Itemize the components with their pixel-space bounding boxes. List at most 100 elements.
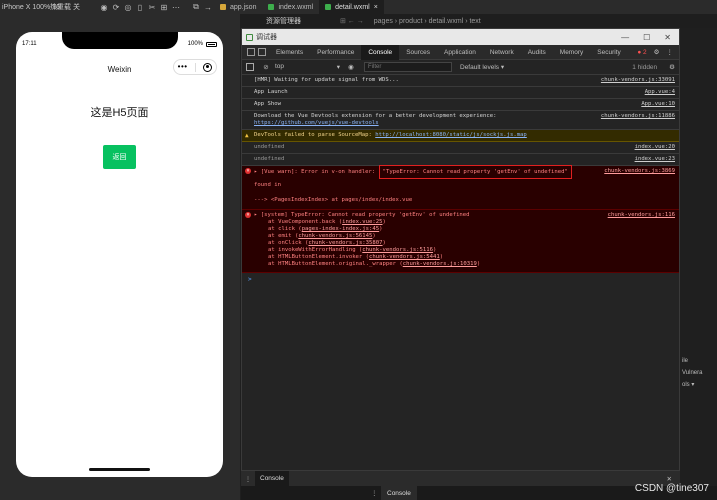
kebab-menu-icon[interactable]: ⋮ [241,475,255,483]
frame-link[interactable]: chunk-vendors.js:10319 [403,261,477,267]
wxml-file-icon [325,4,332,10]
tab-app-json[interactable]: app.json [214,0,262,14]
right-panel-fragment: ile Vulnera ols ▾ [682,358,703,388]
console-row: App Launch App.vue:4 [242,87,679,99]
close-icon[interactable]: ✕ [667,475,680,483]
frame-link[interactable]: chunk-vendors.js:56145 [298,233,372,239]
battery-icon [206,41,217,47]
split-icon[interactable]: ⧉ [190,2,202,12]
tab-security[interactable]: Security [590,45,627,60]
tab-sources[interactable]: Sources [399,45,437,60]
more-icon[interactable]: ⋯ [170,3,182,12]
close-icon[interactable]: × [374,4,378,11]
page-text: 这是H5页面 [90,107,149,119]
source-link[interactable]: chunk-vendors.js:33091 [601,77,675,84]
console-prompt[interactable]: > [242,273,679,286]
tab-audits[interactable]: Audits [521,45,553,60]
highlighted-error: "TypeError: Cannot read property 'getEnv… [378,165,572,179]
status-time: 17:11 [22,41,37,47]
kebab-menu-icon[interactable]: ⋮ [371,489,381,497]
source-link[interactable]: App.vue:10 [641,101,675,108]
breadcrumb[interactable]: pages › product › detail.wxml › text [364,18,481,25]
capsule-menu[interactable]: ••• [173,59,217,75]
source-link[interactable]: chunk-vendors.js:3869 [604,168,675,175]
levels-select[interactable]: Default levels ▾ [460,63,504,71]
console-row: App Show App.vue:10 [242,99,679,111]
stop-icon[interactable]: ◎ [122,3,134,12]
inspect-icon[interactable] [247,48,255,56]
stack-trace: at VueComponent.back (index.vue:25) at c… [254,219,675,268]
stack-frame: at emit (chunk-vendors.js:56145) [268,233,376,239]
cut-icon[interactable]: ✂ [146,3,158,12]
tab-network[interactable]: Network [483,45,521,60]
source-link[interactable]: App.vue:4 [645,89,675,96]
source-link[interactable]: chunk-vendors.js:11886 [601,113,675,120]
minimize-icon[interactable]: — [621,33,629,42]
sidebar-toggle-icon[interactable] [246,63,254,71]
app-window: iPhone X 100% 16 热重载 关 ◉ ⟳ ◎ ▯ ✂ ⊞ ⋯ ⧉ →… [0,0,717,500]
wxml-file-icon [268,4,275,10]
source-link[interactable]: index.vue:23 [635,156,675,163]
phone-simulator: 17:11 100% Weixin ••• 这是H5页面 返回 [16,32,223,477]
arrow-icon[interactable]: → [202,3,214,12]
kebab-menu-icon[interactable]: ⋮ [667,48,674,56]
explorer-title: 资源管理器 [266,18,301,25]
close-icon[interactable]: ✕ [664,33,671,42]
tab-console-lower[interactable]: Console [381,486,417,500]
error-count-badge[interactable]: ● 2 [637,49,646,56]
refresh-icon[interactable]: ⟳ [110,3,122,12]
layout-icon[interactable]: ⊞ [158,3,170,12]
status-battery: 100% [188,41,217,47]
frame-link[interactable]: chunk-vendors.js:35807 [308,240,382,246]
console-filter-bar: ⊘ top ▾ ◉ Filter Default levels ▾ 1 hidde… [242,60,679,75]
maximize-icon[interactable]: ☐ [643,33,650,42]
tab-console[interactable]: Console [361,44,400,60]
frame-link[interactable]: index.vue:25 [342,219,382,225]
frame-link[interactable]: chunk-vendors.js:5116 [362,247,433,253]
devtools-link[interactable]: https://github.com/vuejs/vue-devtools [254,120,379,126]
console-row: undefined index.vue:20 [242,142,679,154]
settings-gear-icon[interactable]: ⚙ [654,48,660,56]
devtools-logo-icon [246,33,253,41]
tab-console-drawer[interactable]: Console [255,471,289,486]
watermark: CSDN @tine307 [634,483,709,494]
editor-breadcrumb-bar: 资源管理器 ⊞ ← → pages › product › detail.wxm… [240,14,717,28]
console-warning-row: ▲ DevTools failed to parse SourceMap: ht… [242,130,679,142]
close-circle-icon[interactable] [203,62,213,72]
hot-reload-toggle[interactable]: 热重载 关 [50,2,98,12]
tab-index-wxml[interactable]: index.wxml [262,0,319,14]
error-icon: × [245,168,251,174]
device-toggle-icon[interactable] [258,48,266,56]
more-dots-icon[interactable]: ••• [178,63,188,71]
record-icon[interactable]: ◉ [98,3,110,12]
source-link[interactable]: index.vue:20 [635,144,675,151]
nav-arrows-icon[interactable]: ⊞ ← → [300,17,364,25]
json-file-icon [220,4,226,10]
home-indicator [89,468,150,471]
console-error-row: × ▸ [Vue warn]: Error in v-on handler: "… [242,165,679,210]
devtools-tabs: Elements Performance Console Sources App… [242,44,679,60]
tab-memory[interactable]: Memory [553,45,590,60]
tab-performance[interactable]: Performance [310,45,361,60]
eye-icon[interactable]: ◉ [346,63,356,71]
tab-elements[interactable]: Elements [269,45,310,60]
source-link[interactable]: chunk-vendors.js:116 [608,212,675,219]
phone-notch [62,32,178,49]
context-select[interactable]: top ▾ [271,63,346,71]
phone-icon[interactable]: ▯ [134,3,146,12]
devtools-title: 调试器 [256,34,277,41]
component-trace: ---> <PagesIndexIndex> at pages/index/in… [254,197,413,203]
sourcemap-link[interactable]: http://localhost:8080/static/js/sockjs.j… [375,132,527,138]
capsule-divider [194,62,196,72]
stack-frame: at invokeWithErrorHandling (chunk-vendor… [268,247,437,253]
device-selector[interactable]: iPhone X 100% 16 [0,4,60,11]
tab-detail-wxml[interactable]: detail.wxml × [319,0,384,14]
settings-gear-icon[interactable]: ⚙ [669,63,679,71]
back-button[interactable]: 返回 [103,145,136,169]
filter-input[interactable]: Filter [364,62,452,72]
tab-application[interactable]: Application [437,45,483,60]
frame-link[interactable]: chunk-vendors.js:5441 [369,254,440,260]
clear-console-icon[interactable]: ⊘ [261,63,271,71]
stack-frame: at VueComponent.back (index.vue:25) [268,219,386,225]
frame-link[interactable]: pages-index-index.js:45 [302,226,379,232]
